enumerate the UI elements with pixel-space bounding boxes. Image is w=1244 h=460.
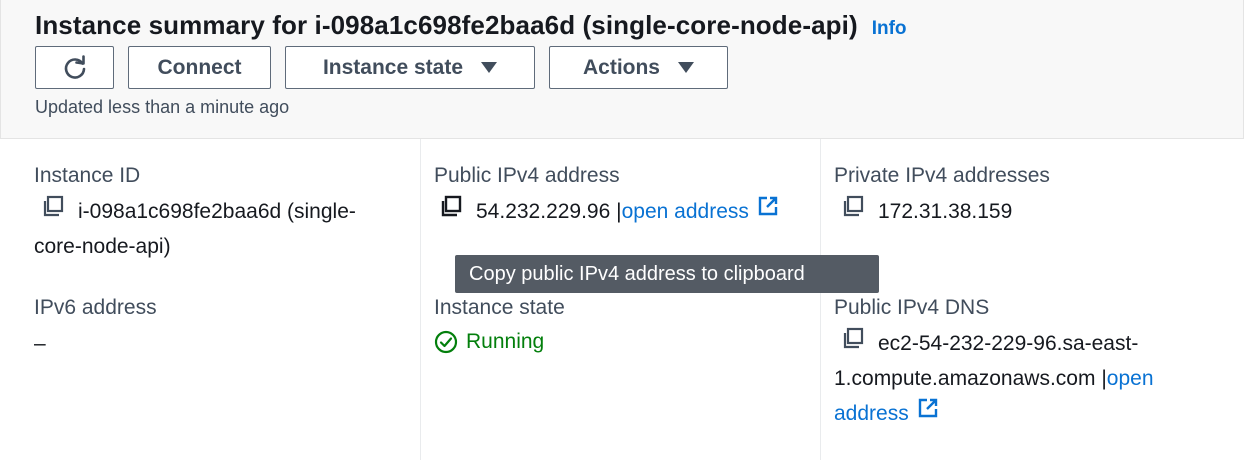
- status-text: Running: [466, 330, 545, 353]
- copy-tooltip: Copy public IPv4 address to clipboard: [455, 255, 879, 293]
- public-ipv4-text: 54.232.229.96: [476, 200, 611, 223]
- actions-label: Actions: [582, 55, 660, 79]
- public-ipv4-label: Public IPv4 address: [434, 164, 620, 187]
- title-row: Instance summary for i-098a1c698fe2baa6d…: [35, 10, 907, 41]
- column-divider: [820, 139, 821, 460]
- updated-timestamp: Updated less than a minute ago: [35, 97, 290, 117]
- public-dns-link-cont[interactable]: address: [834, 396, 939, 432]
- page-title: Instance summary for i-098a1c698fe2baa6d…: [35, 10, 858, 40]
- public-dns-text: ec2-54-232-229-96.sa-east-: [878, 332, 1139, 355]
- refresh-icon: [64, 54, 85, 79]
- instance-id-value: i-098a1c698fe2baa6d (single-: [42, 194, 412, 230]
- copy-icon[interactable]: [440, 193, 462, 228]
- public-dns-label: Public IPv4 DNS: [834, 296, 990, 319]
- private-ipv4-value: 172.31.38.159: [842, 194, 1012, 230]
- public-dns-text-cont: 1.compute.amazonaws.com: [834, 367, 1096, 390]
- instance-state-label: Instance state: [322, 55, 464, 79]
- status-badge: Running: [434, 330, 544, 354]
- copy-icon[interactable]: [842, 325, 864, 360]
- copy-icon[interactable]: [42, 193, 64, 228]
- public-dns-value-cont: 1.compute.amazonaws.com |open: [834, 361, 1154, 396]
- private-ipv4-text: 172.31.38.159: [878, 200, 1013, 223]
- public-dns-value: ec2-54-232-229-96.sa-east-: [842, 326, 1138, 362]
- instance-id-value-cont: core-node-api): [34, 235, 171, 258]
- actions-dropdown[interactable]: Actions: [549, 46, 728, 89]
- instance-id-text: i-098a1c698fe2baa6d (single-: [78, 200, 356, 223]
- caret-down-icon: [481, 62, 498, 73]
- ipv6-value: –: [34, 332, 46, 355]
- refresh-button[interactable]: [35, 46, 114, 89]
- instance-state-label: Instance state: [434, 296, 565, 319]
- connect-button[interactable]: Connect: [128, 46, 271, 89]
- instance-state-dropdown[interactable]: Instance state: [285, 46, 535, 89]
- public-ipv4-value: 54.232.229.96 |open address: [440, 194, 779, 230]
- private-ipv4-label: Private IPv4 addresses: [834, 164, 1050, 187]
- summary-header: Instance summary for i-098a1c698fe2baa6d…: [0, 0, 1244, 139]
- toolbar: Connect Instance state Actions: [35, 46, 728, 89]
- copy-icon[interactable]: [842, 193, 864, 228]
- info-link[interactable]: Info: [872, 18, 907, 40]
- caret-down-icon: [678, 62, 694, 73]
- check-circle-icon: [434, 330, 458, 354]
- open-address-link[interactable]: open address: [622, 200, 749, 223]
- external-link-icon[interactable]: [917, 395, 939, 430]
- ipv6-label: IPv6 address: [34, 296, 157, 319]
- external-link-icon[interactable]: [757, 193, 779, 228]
- open-address-link-cont[interactable]: address: [834, 402, 909, 425]
- open-address-link[interactable]: open: [1107, 367, 1154, 390]
- instance-id-label: Instance ID: [34, 164, 141, 187]
- column-divider: [420, 139, 421, 460]
